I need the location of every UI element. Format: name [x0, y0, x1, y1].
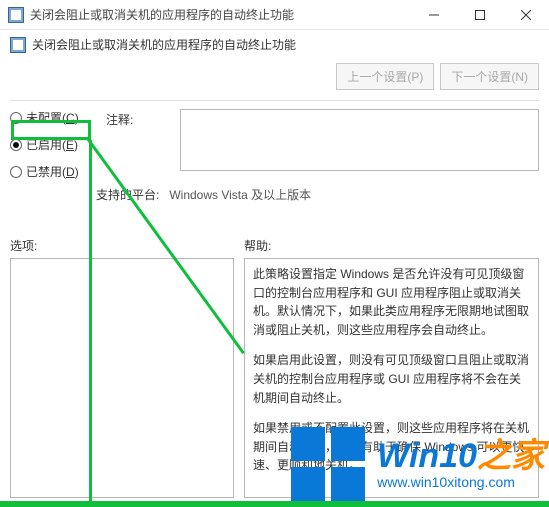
- radio-label: 未配置(C): [26, 109, 79, 126]
- policy-title: 关闭会阻止或取消关机的应用程序的自动终止功能: [32, 36, 539, 53]
- radio-label: 已禁用(D): [26, 163, 79, 180]
- window-controls: [411, 0, 549, 29]
- radio-icon: [10, 166, 22, 178]
- radio-group-state: 未配置(C) 已启用(E) 已禁用(D): [10, 109, 96, 180]
- policy-icon: [10, 37, 26, 53]
- platform-row: 支持的平台: Windows Vista 及以上版本: [0, 180, 549, 203]
- radio-enabled[interactable]: 已启用(E): [10, 136, 96, 153]
- help-paragraph: 如果启用此设置，则没有可见顶级窗口且阻止或取消关机的控制台应用程序或 GUI 应…: [253, 351, 530, 407]
- next-setting-button[interactable]: 下一个设置(N): [440, 63, 539, 90]
- options-label: 选项:: [10, 237, 244, 254]
- annotation-line: [0, 501, 549, 507]
- app-icon: [8, 7, 24, 23]
- help-paragraph: 此策略设置指定 Windows 是否允许没有可见顶级窗口的控制台应用程序和 GU…: [253, 265, 530, 339]
- radio-not-configured[interactable]: 未配置(C): [10, 109, 96, 126]
- titlebar: 关闭会阻止或取消关机的应用程序的自动终止功能: [0, 0, 549, 30]
- help-label: 帮助:: [244, 237, 271, 254]
- config-row: 未配置(C) 已启用(E) 已禁用(D) 注释:: [0, 101, 549, 180]
- nav-buttons: 上一个设置(P) 下一个设置(N): [336, 63, 539, 90]
- close-button[interactable]: [503, 0, 549, 29]
- options-pane[interactable]: [10, 258, 234, 498]
- help-pane[interactable]: 此策略设置指定 Windows 是否允许没有可见顶级窗口的控制台应用程序和 GU…: [244, 258, 539, 498]
- window-title: 关闭会阻止或取消关机的应用程序的自动终止功能: [30, 6, 411, 23]
- maximize-button[interactable]: [457, 0, 503, 29]
- minimize-button[interactable]: [411, 0, 457, 29]
- radio-label: 已启用(E): [26, 136, 78, 153]
- comment-label: 注释:: [106, 109, 170, 180]
- radio-disabled[interactable]: 已禁用(D): [10, 163, 96, 180]
- radio-icon: [10, 139, 22, 151]
- platform-value: Windows Vista 及以上版本: [169, 186, 311, 203]
- prev-setting-button[interactable]: 上一个设置(P): [336, 63, 434, 90]
- comment-input[interactable]: [180, 109, 539, 171]
- panes: 此策略设置指定 Windows 是否允许没有可见顶级窗口的控制台应用程序和 GU…: [0, 258, 549, 498]
- pane-labels: 选项: 帮助:: [0, 237, 549, 258]
- header-row: 关闭会阻止或取消关机的应用程序的自动终止功能: [0, 30, 549, 63]
- platform-label: 支持的平台:: [96, 186, 159, 203]
- radio-icon: [10, 112, 22, 124]
- help-paragraph: 如果禁用或不配置此设置，则这些应用程序将在关机期间自动终止，从而有助于确保 Wi…: [253, 419, 530, 475]
